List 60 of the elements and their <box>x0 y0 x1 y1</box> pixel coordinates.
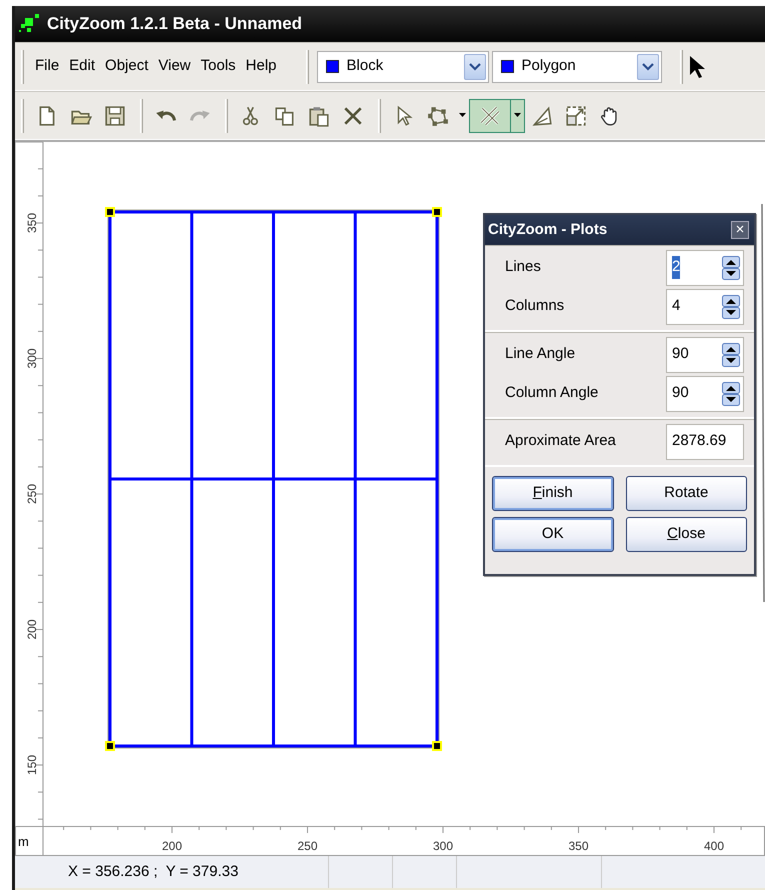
close-button[interactable]: × <box>731 221 749 239</box>
field-label: Line Angle <box>505 344 576 364</box>
corner-handle[interactable] <box>105 207 115 217</box>
menu-item[interactable]: View <box>153 53 196 80</box>
ruler-label: 250 <box>25 484 39 504</box>
save-icon <box>104 104 126 126</box>
menu-item[interactable]: File <box>30 53 64 80</box>
undo-icon <box>155 109 177 122</box>
menu-item[interactable]: Edit <box>64 53 100 80</box>
dialog-button[interactable]: Finish <box>492 476 614 511</box>
crossed-lines-icon <box>479 104 501 126</box>
spin-arrows-icon <box>722 342 740 366</box>
polygon-node-icon <box>427 104 449 126</box>
coordinates-text: X = 356.236 ; Y = 379.33 <box>68 862 240 882</box>
spin-arrows-icon <box>722 256 740 280</box>
dropdown-field[interactable]: Block <box>316 50 489 82</box>
dialog-title: CityZoom - Plots <box>488 220 608 240</box>
ruler-label: 250 <box>297 839 318 853</box>
corner-handle[interactable] <box>105 741 115 751</box>
ruler-label: 300 <box>25 348 39 369</box>
block-outline[interactable] <box>108 210 440 748</box>
window-title: CityZoom 1.2.1 Beta - Unnamed <box>47 13 302 36</box>
copy-icon <box>274 104 296 126</box>
corner-handle[interactable] <box>432 207 442 217</box>
redo-icon <box>189 109 211 122</box>
delete-icon <box>342 104 364 126</box>
ruler-label: 150 <box>25 754 39 776</box>
ruler-label: 200 <box>25 619 39 640</box>
unit-label: m <box>18 834 29 849</box>
spin-field[interactable]: 4 <box>666 288 744 324</box>
spin-field[interactable]: 2 <box>666 250 744 286</box>
spin-arrows-icon <box>722 382 740 406</box>
ruler-label: 400 <box>704 839 724 853</box>
text-field[interactable]: 2878.69 <box>666 424 744 460</box>
corner-handle[interactable] <box>432 741 442 751</box>
ruler-label: 300 <box>432 839 454 853</box>
clipboard-icon <box>308 104 330 126</box>
ruler-label: 350 <box>568 839 589 853</box>
menu-item[interactable]: Help <box>240 53 282 80</box>
menu-item[interactable]: Object <box>100 53 154 80</box>
field-label: Lines <box>505 257 541 278</box>
spin-field[interactable]: 90 <box>666 336 744 372</box>
field-label: Columns <box>505 296 564 316</box>
pointer-arrow-icon[interactable] <box>688 54 705 78</box>
spin-field[interactable]: 90 <box>666 376 744 412</box>
menu-item[interactable]: Tools <box>196 53 241 80</box>
resize-box-icon <box>565 104 587 126</box>
dialog-button[interactable]: Close <box>626 517 747 552</box>
dialog-button[interactable]: OK <box>492 517 614 552</box>
dialog-button[interactable]: Rotate <box>626 476 747 511</box>
field-label: Aproximate Area <box>505 431 616 452</box>
spin-arrows-icon <box>722 294 740 318</box>
ruler-label: 350 <box>25 212 39 234</box>
caret-icon <box>458 113 466 118</box>
field-label: Column Angle <box>505 383 598 404</box>
ruler-label: 200 <box>162 839 182 853</box>
caret-icon <box>510 100 524 132</box>
dropdown-field[interactable]: Polygon <box>492 50 662 82</box>
plots-tool-button[interactable] <box>469 98 525 132</box>
compass-triangle-icon <box>531 104 553 126</box>
